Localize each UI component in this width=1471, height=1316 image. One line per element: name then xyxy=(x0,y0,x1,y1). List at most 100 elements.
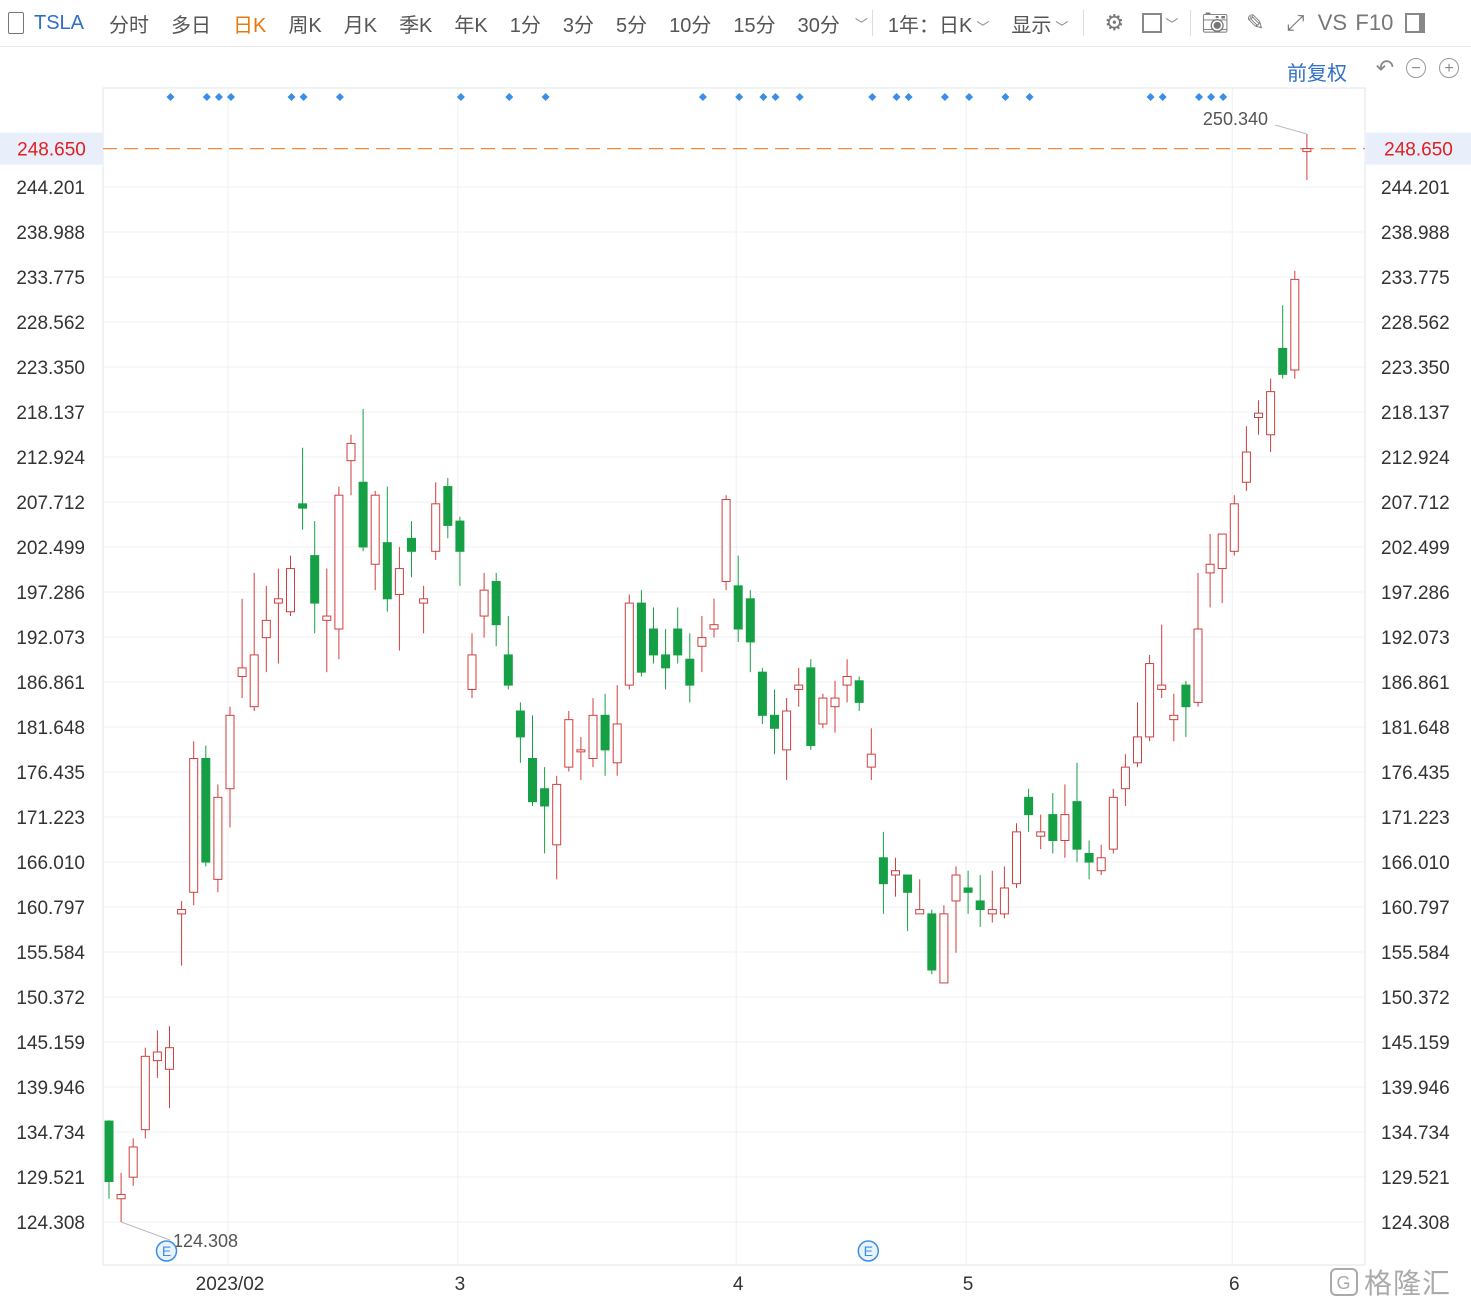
current-price-label-right: 248.650 xyxy=(1384,140,1453,161)
news-marker xyxy=(1207,93,1216,101)
brand-logo-icon: G xyxy=(1330,1268,1358,1296)
candle-body xyxy=(273,598,283,604)
candle-body xyxy=(866,753,876,768)
candle-body xyxy=(540,788,550,807)
candle-body xyxy=(177,909,187,915)
chevron-down-icon: ﹀ xyxy=(1055,19,1069,35)
candle-body xyxy=(346,442,356,462)
period-tab-4[interactable]: 月K xyxy=(333,9,388,38)
candle-body xyxy=(152,1051,162,1062)
candle-body xyxy=(891,870,900,876)
panel-toggle-icon[interactable] xyxy=(1399,0,1431,46)
candle-body xyxy=(806,667,816,747)
period-tab-2[interactable]: 日K xyxy=(222,9,277,38)
candle-body xyxy=(104,1120,114,1182)
news-marker xyxy=(166,93,175,101)
x-tick-label: 3 xyxy=(455,1274,466,1295)
news-marker xyxy=(202,93,211,101)
period-tabs: 分时 多日 日K 周K 月K 季K 年K 1分 3分 5分 10分 15分 30分 xyxy=(98,9,851,38)
period-tab-3[interactable]: 周K xyxy=(277,9,332,38)
candle-body xyxy=(818,697,828,725)
gear-icon[interactable]: ⚙ xyxy=(1094,0,1134,46)
candle-body xyxy=(1205,563,1215,574)
earnings-event-label: E xyxy=(162,1243,171,1259)
candle-body xyxy=(709,624,719,630)
candle-body xyxy=(999,887,1009,915)
candle-body xyxy=(515,710,525,738)
y-tick-label-left: 166.010 xyxy=(16,853,85,874)
candlestick-chart[interactable]: 244.201 244.201 238.988 238.988 233.775 233.7… xyxy=(0,46,1471,1311)
candle-body xyxy=(1108,796,1118,850)
period-tab-1[interactable]: 多日 xyxy=(160,9,222,38)
divider xyxy=(1083,10,1085,36)
candle-body xyxy=(225,714,235,790)
y-tick-label-right: 176.435 xyxy=(1381,763,1450,784)
candle-body xyxy=(140,1055,150,1131)
period-tab-9[interactable]: 5分 xyxy=(605,9,658,38)
candle-body xyxy=(794,684,804,690)
candle-body xyxy=(1060,814,1070,842)
period-tab-11[interactable]: 15分 xyxy=(722,9,786,38)
vs-button[interactable]: VS xyxy=(1315,0,1349,46)
fullscreen-icon[interactable]: ⤢ xyxy=(1275,0,1315,46)
y-tick-label-left: 228.562 xyxy=(16,313,85,334)
y-tick-label-right: 166.010 xyxy=(1381,853,1450,874)
news-marker xyxy=(892,93,901,101)
news-marker xyxy=(1025,93,1034,101)
ticker-symbol[interactable]: TSLA xyxy=(24,12,98,35)
news-marker xyxy=(1158,93,1167,101)
candle-body xyxy=(165,1047,174,1070)
candle-body xyxy=(939,913,949,984)
candle-body xyxy=(552,783,562,846)
earnings-event-label: E xyxy=(864,1243,873,1259)
y-tick-label-left: 233.775 xyxy=(16,268,85,289)
period-tab-6[interactable]: 年K xyxy=(443,9,498,38)
period-tab-0[interactable]: 分时 xyxy=(98,9,160,38)
overlay-square-icon[interactable]: ﹀ xyxy=(1134,0,1186,46)
y-tick-label-left: 176.435 xyxy=(16,763,85,784)
pencil-icon[interactable]: ✎ xyxy=(1235,0,1275,46)
chart-area[interactable]: 244.201 244.201 238.988 238.988 233.775 233.7… xyxy=(0,46,1471,1311)
current-price-label-left: 248.650 xyxy=(17,140,86,161)
range-select[interactable]: 1年：日K ﹀ xyxy=(877,9,1000,38)
y-tick-label-left: 124.308 xyxy=(16,1213,85,1234)
x-tick-label: 6 xyxy=(1229,1274,1240,1295)
candle-body xyxy=(407,537,416,552)
y-tick-label-right: 155.584 xyxy=(1381,943,1450,964)
candle-body xyxy=(419,598,429,604)
candle-body xyxy=(1229,503,1239,552)
brand-name: 格隆汇 xyxy=(1364,1268,1452,1299)
candle-body xyxy=(673,628,683,656)
y-tick-label-left: 223.350 xyxy=(16,358,85,379)
min-leader xyxy=(120,1221,171,1241)
candle-body xyxy=(745,598,755,643)
sidebar-toggle-icon[interactable] xyxy=(8,12,24,34)
y-tick-label-left: 134.734 xyxy=(16,1123,85,1144)
news-marker xyxy=(771,93,780,101)
f10-button[interactable]: F10 xyxy=(1349,0,1399,46)
period-tab-8[interactable]: 3分 xyxy=(552,9,605,38)
camera-icon[interactable]: 📷︎ xyxy=(1195,0,1235,46)
period-tab-12[interactable]: 30分 xyxy=(787,9,851,38)
chevron-down-icon[interactable]: ﹀ xyxy=(855,14,868,33)
candle-body xyxy=(975,900,985,911)
divider xyxy=(1190,10,1192,36)
candle-body xyxy=(322,615,332,621)
candle-body xyxy=(987,909,997,915)
y-tick-label-left: 244.201 xyxy=(16,178,85,199)
y-tick-label-left: 171.223 xyxy=(16,808,85,829)
y-tick-label-left: 218.137 xyxy=(16,403,85,424)
min-price-label: 124.308 xyxy=(173,1231,238,1251)
period-tab-10[interactable]: 10分 xyxy=(658,9,722,38)
y-tick-label-left: 238.988 xyxy=(16,223,85,244)
period-tab-7[interactable]: 1分 xyxy=(499,9,552,38)
candle-body xyxy=(1217,533,1227,570)
x-tick-label: 4 xyxy=(733,1274,744,1295)
period-tab-5[interactable]: 季K xyxy=(388,9,443,38)
candle-body xyxy=(370,494,380,565)
display-select-value: 显示 xyxy=(1011,14,1052,37)
news-marker xyxy=(759,93,768,101)
news-marker xyxy=(1219,93,1228,101)
display-select[interactable]: 显示 ﹀ xyxy=(1000,9,1079,38)
y-tick-label-left: 197.286 xyxy=(16,583,85,604)
